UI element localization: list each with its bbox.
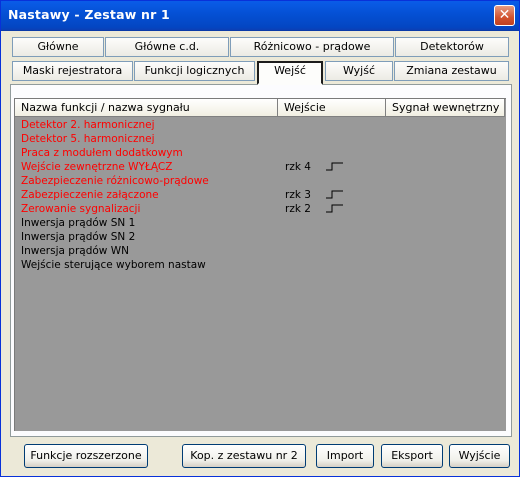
row-input: rzk 2 — [285, 203, 311, 215]
tab-glowne-cd[interactable]: Główne c.d. — [105, 37, 229, 57]
row-input: rzk 3 — [285, 189, 311, 201]
list-row[interactable]: Zabezpieczenie załączone rzk 3 — [15, 188, 505, 202]
row-name: Wejście sterujące wyborem nastaw — [21, 259, 206, 271]
column-header-name[interactable]: Nazwa funkcji / nazwa sygnału — [15, 99, 278, 117]
tab-detektorow[interactable]: Detektorów — [395, 37, 509, 57]
export-button[interactable]: Eksport — [381, 444, 443, 468]
import-button[interactable]: Import — [316, 444, 374, 468]
row-name: Zerowanie sygnalizacji — [21, 203, 141, 215]
extended-functions-button[interactable]: Funkcje rozszerzone — [24, 444, 148, 468]
list-header: Nazwa funkcji / nazwa sygnału Wejście Sy… — [15, 99, 505, 117]
column-header-input[interactable]: Wejście — [278, 99, 386, 117]
close-icon: ✕ — [498, 7, 511, 23]
settings-window: Nastawy - Zestaw nr 1 ✕ Główne Główne c.… — [0, 0, 520, 477]
list-row[interactable]: Zerowanie sygnalizacji rzk 2 — [15, 202, 505, 216]
list-row[interactable]: Wejście sterujące wyborem nastaw — [15, 258, 505, 272]
row-name: Inwersja prądów SN 1 — [21, 217, 136, 229]
row-name: Zabezpieczenie załączone — [21, 189, 159, 201]
row-name: Zabezpieczenie różnicowo-prądowe — [21, 175, 209, 187]
tab-funkcji-logicznych[interactable]: Funkcji logicznych — [134, 61, 255, 81]
row-name: Detektor 5. harmonicznej — [21, 133, 155, 145]
copy-from-set-button[interactable]: Kop. z zestawu nr 2 — [182, 444, 306, 468]
list-row[interactable]: Wejście zewnętrzne WYŁĄCZ rzk 4 — [15, 160, 505, 174]
list-row[interactable]: Detektor 5. harmonicznej — [15, 132, 505, 146]
row-name: Inwersja prądów SN 2 — [21, 231, 136, 243]
list-row[interactable]: Inwersja prądów SN 2 — [15, 230, 505, 244]
title-bar[interactable]: Nastawy - Zestaw nr 1 ✕ — [1, 1, 519, 31]
close-button[interactable]: ✕ — [494, 5, 515, 26]
row-name: Detektor 2. harmonicznej — [21, 119, 155, 131]
list-row[interactable]: Inwersja prądów SN 1 — [15, 216, 505, 230]
row-name: Inwersja prądów WN — [21, 245, 129, 257]
rising-edge-icon — [326, 190, 343, 199]
row-name: Wejście zewnętrzne WYŁĄCZ — [21, 161, 173, 173]
list-row[interactable]: Zabezpieczenie różnicowo-prądowe — [15, 174, 505, 188]
exit-button[interactable]: Wyjście — [449, 444, 510, 468]
tab-wejsc[interactable]: Wejść — [257, 61, 323, 85]
tab-roznicowo-pradowe[interactable]: Różnicowo - prądowe — [230, 37, 394, 57]
column-header-internal[interactable]: Sygnał wewnętrzny — [386, 99, 505, 117]
row-name: Praca z modułem dodatkowym — [21, 147, 183, 159]
tab-zmiana-zestawu[interactable]: Zmiana zestawu — [394, 61, 509, 81]
tab-maski-rejestratora[interactable]: Maski rejestratora — [12, 61, 133, 81]
signal-list[interactable]: Nazwa funkcji / nazwa sygnału Wejście Sy… — [14, 98, 506, 431]
rising-edge-icon — [326, 162, 343, 171]
rising-edge-icon — [326, 204, 343, 213]
tab-wyjsc[interactable]: Wyjść — [325, 61, 393, 81]
window-title: Nastawy - Zestaw nr 1 — [8, 7, 170, 22]
list-row[interactable]: Inwersja prądów WN — [15, 244, 505, 258]
tab-glowne[interactable]: Główne — [12, 37, 104, 57]
row-input: rzk 4 — [285, 161, 311, 173]
list-row[interactable]: Detektor 2. harmonicznej — [15, 118, 505, 132]
list-row[interactable]: Praca z modułem dodatkowym — [15, 146, 505, 160]
